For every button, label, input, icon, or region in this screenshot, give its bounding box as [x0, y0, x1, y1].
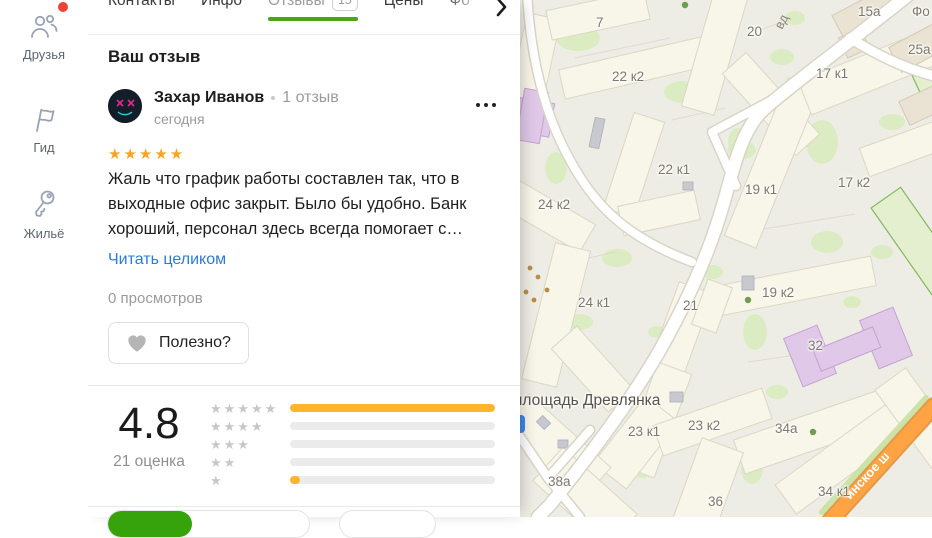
- your-review-section: Ваш отзыв Захар Иванов 1 отзыв сегодня ★…: [88, 47, 520, 364]
- sidebar-item-guide[interactable]: Гид: [0, 104, 88, 155]
- rating-score: 4.8: [118, 399, 180, 448]
- rating-segment-button[interactable]: [107, 510, 310, 538]
- bottom-actions: [107, 510, 436, 538]
- map[interactable]: вд инское ш площадь Древлянка 7 20 22 к2 15…: [520, 0, 932, 517]
- distribution-stars: ★: [210, 472, 224, 488]
- distribution-row-5-stars[interactable]: ★★★★★: [210, 399, 495, 417]
- distribution-bar: [290, 476, 495, 484]
- sidebar-item-housing[interactable]: Жильё: [0, 188, 88, 241]
- read-more-link[interactable]: Читать целиком: [108, 251, 500, 269]
- review-date: сегодня: [154, 111, 205, 127]
- helpful-label: Полезно?: [159, 334, 231, 351]
- tabs-fade: [444, 0, 494, 22]
- helpful-button[interactable]: Полезно?: [108, 322, 249, 364]
- tabs-scroll-chevron-icon[interactable]: [494, 0, 512, 20]
- score-block: 4.8 21 оценка: [103, 402, 195, 471]
- tab-contacts[interactable]: Контакты: [108, 0, 175, 10]
- meta-separator-dot: [271, 96, 276, 100]
- tab-row: КонтактыИнфоОтзывы15ЦеныФо: [108, 0, 470, 11]
- place-card-panel: КонтактыИнфоОтзывы15ЦеныФо Ваш отзыв З: [88, 0, 520, 538]
- sidebar-label-guide: Гид: [33, 140, 55, 155]
- distribution-bar: [290, 404, 495, 412]
- rating-count: 21 оценка: [113, 453, 185, 470]
- rating-summary: 4.8 21 оценка ★★★★★ ★★★★ ★★★ ★★ ★: [88, 385, 520, 507]
- friends-icon: [31, 15, 58, 38]
- review-star-rating: ★★★★★: [108, 146, 186, 163]
- map-marker-blue[interactable]: [520, 415, 525, 433]
- author-info: Захар Иванов 1 отзыв сегодня: [154, 89, 339, 127]
- distribution-bar: [290, 458, 495, 466]
- distribution-stars: ★★: [210, 454, 238, 470]
- sidebar-item-friends[interactable]: Друзья: [0, 13, 88, 62]
- distribution-row-4-stars[interactable]: ★★★★: [210, 417, 495, 435]
- review-menu-icon[interactable]: [472, 99, 500, 127]
- distribution-bar: [290, 422, 495, 430]
- distribution-bar: [290, 440, 495, 448]
- review-text: Жаль что график работы составлен так, чт…: [108, 170, 467, 238]
- distribution-row-1-stars[interactable]: ★: [210, 471, 495, 489]
- review-author-row: Захар Иванов 1 отзыв сегодня: [108, 89, 500, 127]
- sidebar-label-friends: Друзья: [22, 47, 66, 62]
- rating-distribution: ★★★★★ ★★★★ ★★★ ★★ ★: [210, 399, 495, 489]
- distribution-row-2-stars[interactable]: ★★: [210, 453, 495, 471]
- distribution-stars: ★★★★: [210, 418, 265, 434]
- heart-icon: [128, 335, 146, 352]
- views-count: 0 просмотров: [108, 290, 203, 307]
- avatar: [108, 89, 142, 123]
- active-tab-underline: [268, 17, 358, 21]
- tab-badge: 15: [331, 0, 358, 11]
- distribution-stars: ★★★: [210, 436, 251, 452]
- distribution-row-3-stars[interactable]: ★★★: [210, 435, 495, 453]
- rating-segment-selected: [108, 511, 192, 537]
- housing-key-icon: [35, 190, 55, 217]
- author-review-count: 1 отзыв: [282, 89, 339, 106]
- tab-reviews[interactable]: Отзывы 15: [268, 0, 358, 11]
- left-rail: Друзья Гид Жильё: [0, 0, 88, 517]
- author-name: Захар Иванов: [154, 89, 265, 106]
- tab-bar: КонтактыИнфоОтзывы15ЦеныФо: [88, 0, 520, 35]
- notification-dot: [58, 2, 68, 12]
- guide-flag-icon: [36, 109, 55, 132]
- section-title: Ваш отзыв: [108, 47, 201, 66]
- sidebar-label-housing: Жильё: [23, 226, 65, 241]
- distribution-stars: ★★★★★: [210, 400, 279, 416]
- tab-info[interactable]: Инфо: [201, 0, 242, 10]
- map-canvas[interactable]: вд инское ш: [520, 0, 932, 517]
- tab-prices[interactable]: Цены: [384, 0, 424, 10]
- secondary-action-button[interactable]: [339, 510, 436, 538]
